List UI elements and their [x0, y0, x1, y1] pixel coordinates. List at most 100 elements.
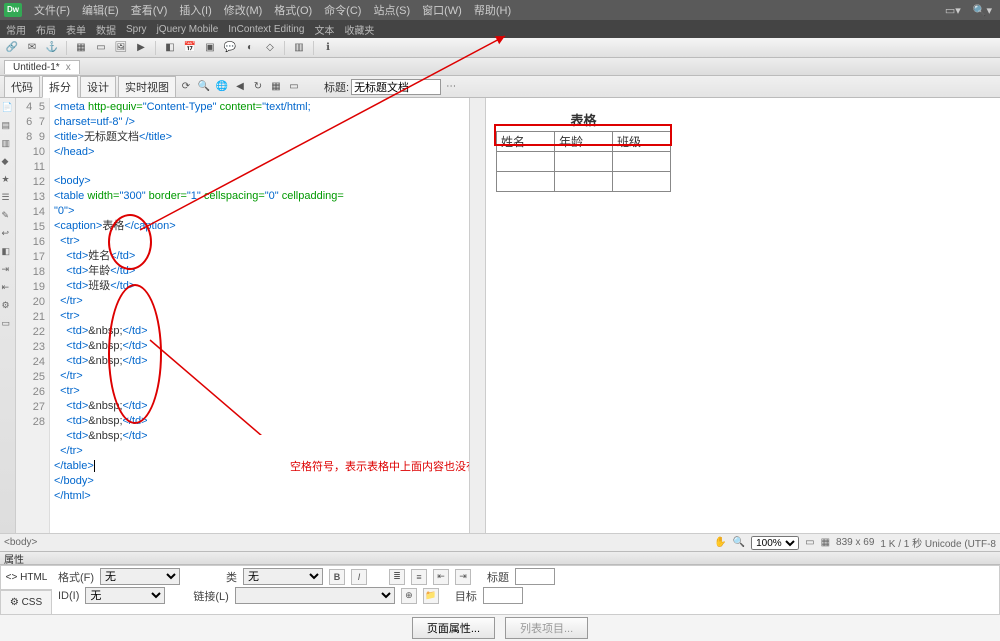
tag-path[interactable]: <body> [4, 537, 37, 548]
expand-icon[interactable]: ▥ [2, 138, 14, 150]
cell-header-2[interactable]: 年龄 [555, 132, 613, 152]
bold-icon[interactable]: B [329, 569, 345, 585]
stop-icon[interactable]: ▦ [268, 79, 284, 95]
indent-icon[interactable]: ⇥ [2, 264, 14, 276]
title-input[interactable] [351, 79, 441, 95]
page-properties-button[interactable]: 页面属性... [412, 617, 495, 639]
code-content[interactable]: <meta http-equiv="Content-Type" content=… [50, 98, 469, 533]
menubar: Dw 文件(F) 编辑(E) 查看(V) 插入(I) 修改(M) 格式(O) 命… [0, 0, 1000, 20]
balance-icon[interactable]: ★ [2, 174, 14, 186]
menu-file[interactable]: 文件(F) [34, 2, 70, 18]
menu-site[interactable]: 站点(S) [373, 2, 410, 18]
media-icon[interactable]: ▶ [133, 40, 149, 56]
live-code-icon[interactable]: ⟳ [178, 79, 194, 95]
preview-table[interactable]: 表格 姓名 年龄 班级 [496, 108, 671, 192]
head-icon[interactable]: ◐ [242, 40, 258, 56]
props-tab-css[interactable]: ⚙ CSS [0, 590, 52, 615]
menu-edit[interactable]: 编辑(E) [82, 2, 119, 18]
annotation-text: 空格符号，表示表格中上面内容也没有 [290, 460, 469, 474]
cat-jquery[interactable]: jQuery Mobile [157, 24, 219, 35]
props-tab-html[interactable]: <> HTML [0, 565, 52, 590]
design-preview[interactable]: 表格 姓名 年龄 班级 [486, 98, 1000, 533]
date-icon[interactable]: 📅 [182, 40, 198, 56]
link-icon[interactable]: 🔗 [4, 40, 20, 56]
title-attr-input[interactable] [515, 568, 555, 585]
cat-forms[interactable]: 表单 [66, 22, 86, 37]
outdent-icon[interactable]: ⇤ [2, 282, 14, 294]
email-icon[interactable]: ✉ [24, 40, 40, 56]
recent-icon[interactable]: ▭ [2, 318, 14, 330]
page-props-bar: 页面属性... 列表项目... [0, 615, 1000, 641]
collapse-icon[interactable]: ▤ [2, 120, 14, 132]
cat-common[interactable]: 常用 [6, 22, 26, 37]
widget-icon[interactable]: ◧ [162, 40, 178, 56]
ruler-icon[interactable]: ▭ [805, 537, 814, 548]
view-design[interactable]: 设计 [80, 76, 116, 98]
globe-icon[interactable]: 🌐 [214, 79, 230, 95]
anchor-icon[interactable]: ⚓ [44, 40, 60, 56]
link-point-icon[interactable]: ⊕ [401, 588, 417, 604]
zoom-select[interactable]: 100% [751, 536, 799, 550]
title-more-icon[interactable]: ⋯ [443, 79, 459, 95]
refresh-icon[interactable]: ↻ [250, 79, 266, 95]
menu-help[interactable]: 帮助(H) [474, 2, 511, 18]
cat-layout[interactable]: 布局 [36, 22, 56, 37]
menu-format[interactable]: 格式(O) [274, 2, 312, 18]
target-input[interactable] [483, 587, 523, 604]
id-select[interactable]: 无 [85, 587, 165, 604]
class-select[interactable]: 无 [243, 568, 323, 585]
select-parent-icon[interactable]: ◆ [2, 156, 14, 168]
wrap-icon[interactable]: ↩ [2, 228, 14, 240]
comment-icon[interactable]: 💬 [222, 40, 238, 56]
code-scrollbar[interactable] [469, 98, 485, 533]
ul-icon[interactable]: ≣ [389, 569, 405, 585]
layout-icon[interactable]: ▭▾ [941, 4, 965, 17]
document-tab[interactable]: Untitled-1* x [4, 60, 80, 74]
cell-header-3[interactable]: 班级 [613, 132, 671, 152]
cat-spry[interactable]: Spry [126, 24, 147, 35]
highlight-icon[interactable]: ✎ [2, 210, 14, 222]
settings-icon[interactable]: ▭ [286, 79, 302, 95]
open-docs-icon[interactable]: 📄 [2, 102, 14, 114]
view-switch-bar: 代码 拆分 设计 实时视图 ⟳ 🔍 🌐 ◀ ↻ ▦ ▭ 标题: ⋯ [0, 76, 1000, 98]
cell-header-1[interactable]: 姓名 [497, 132, 555, 152]
menu-insert[interactable]: 插入(I) [179, 2, 211, 18]
div-icon[interactable]: ▭ [93, 40, 109, 56]
menu-view[interactable]: 查看(V) [131, 2, 168, 18]
close-icon[interactable]: x [66, 62, 71, 73]
format-select[interactable]: 无 [100, 568, 180, 585]
link-select[interactable] [235, 587, 395, 604]
line-num-icon[interactable]: ☰ [2, 192, 14, 204]
outdent-btn-icon[interactable]: ⇤ [433, 569, 449, 585]
cat-text[interactable]: 文本 [314, 22, 334, 37]
cat-incontext[interactable]: InContext Editing [228, 24, 304, 35]
search-icon[interactable]: 🔍▾ [969, 4, 996, 17]
code-editor[interactable]: 4 5 6 7 8 9 10 11 12 13 14 15 16 17 18 1… [16, 98, 486, 533]
indent-btn-icon[interactable]: ⇥ [455, 569, 471, 585]
link-folder-icon[interactable]: 📁 [423, 588, 439, 604]
table-icon[interactable]: ▦ [73, 40, 89, 56]
cat-data[interactable]: 数据 [96, 22, 116, 37]
menu-modify[interactable]: 修改(M) [224, 2, 263, 18]
menu-window[interactable]: 窗口(W) [422, 2, 462, 18]
view-code[interactable]: 代码 [4, 76, 40, 98]
italic-icon[interactable]: I [351, 569, 367, 585]
syntax-icon[interactable]: ◧ [2, 246, 14, 258]
tag-icon[interactable]: ℹ [320, 40, 336, 56]
image-icon[interactable]: 🖼 [113, 40, 129, 56]
server-icon[interactable]: ▣ [202, 40, 218, 56]
app-logo: Dw [4, 3, 22, 17]
cat-fav[interactable]: 收藏夹 [344, 22, 374, 37]
inspect-icon[interactable]: 🔍 [196, 79, 212, 95]
window-size[interactable]: 839 x 69 [836, 537, 874, 548]
view-live[interactable]: 实时视图 [118, 76, 176, 98]
nav-icon[interactable]: ◀ [232, 79, 248, 95]
hand-icon[interactable]: ✋ [714, 537, 726, 548]
view-split[interactable]: 拆分 [42, 76, 78, 98]
zoom-icon[interactable]: 🔍 [733, 537, 745, 548]
menu-commands[interactable]: 命令(C) [324, 2, 361, 18]
script-icon[interactable]: ◇ [262, 40, 278, 56]
format-icon[interactable]: ⚙ [2, 300, 14, 312]
templates-icon[interactable]: ▥ [291, 40, 307, 56]
ol-icon[interactable]: ≡ [411, 569, 427, 585]
